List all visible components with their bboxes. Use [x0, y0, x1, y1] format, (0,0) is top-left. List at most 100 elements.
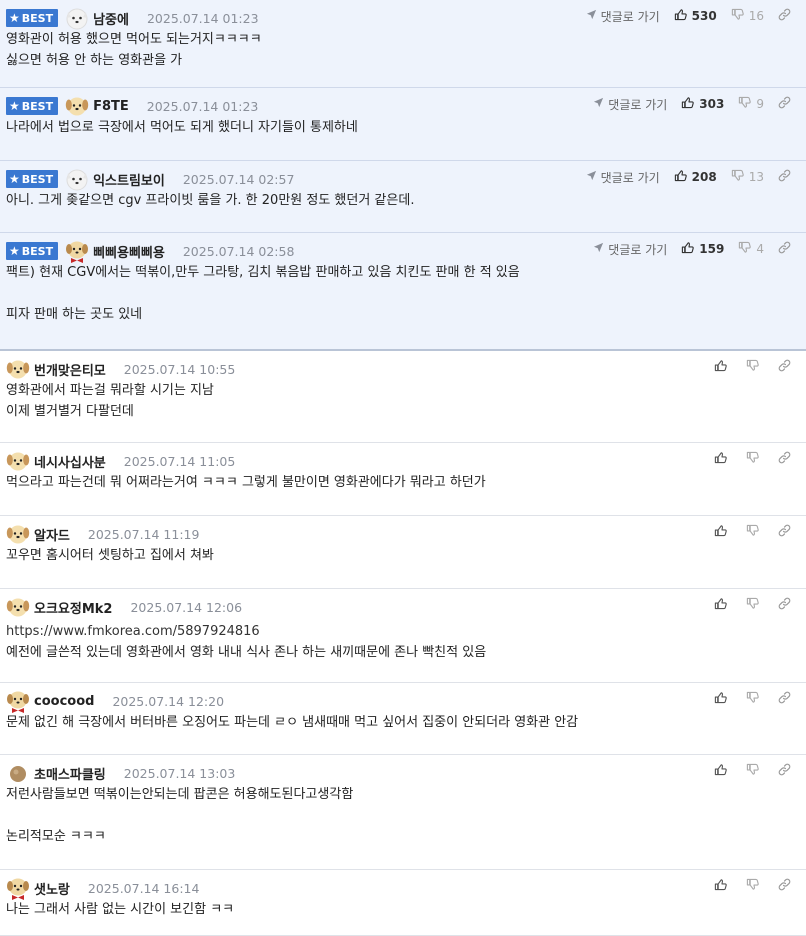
bowtie-dog-avatar-icon[interactable] — [6, 689, 30, 713]
link-icon — [778, 169, 796, 185]
thumbs-up-icon — [714, 451, 732, 467]
best-badge: ★ BEST — [6, 97, 59, 115]
best-comment: ★ BEST 남중에 2025.07.14 01:23 댓글로 가기 530 16 영화관이 … — [0, 0, 806, 88]
downvote-button[interactable] — [746, 878, 764, 894]
downvote-button[interactable] — [746, 451, 764, 467]
comment-text-line: 팩트) 현재 CGV에서는 떡볶이,만두 그라탕, 김치 볶음밥 판매하고 있음… — [6, 265, 520, 280]
copy-link-button[interactable] — [778, 241, 796, 257]
brown-ball-avatar-icon[interactable] — [6, 761, 30, 785]
copy-link-button[interactable] — [778, 597, 796, 613]
author-name[interactable]: coocood — [34, 694, 94, 709]
downvote-count: 16 — [748, 9, 764, 23]
author-name[interactable]: 알자드 — [34, 525, 70, 544]
author-name[interactable]: 초매스파클링 — [34, 764, 106, 783]
comment-text-line: 싫으면 허용 안 하는 영화관을 가 — [6, 53, 183, 68]
comment-text-line: 영화관에서 파는걸 뭐라할 시기는 지남 — [6, 383, 214, 398]
copy-link-button[interactable] — [778, 169, 796, 185]
comment-body: 영화관에서 파는걸 뭐라할 시기는 지남 이제 별거별거 다팔던데 — [6, 380, 214, 422]
copy-link-button[interactable] — [778, 96, 796, 112]
send-arrow-icon — [586, 170, 601, 184]
upvote-button[interactable] — [714, 524, 732, 540]
comment-body: 나라에서 법으로 극장에서 먹어도 되게 했더니 자기들이 통제하네 — [6, 117, 358, 138]
upvote-button[interactable] — [714, 597, 732, 613]
upvote-button[interactable]: 159 — [681, 241, 724, 257]
thumbs-up-icon — [714, 524, 732, 540]
thumbs-up-icon — [674, 8, 692, 24]
copy-link-button[interactable] — [778, 691, 796, 707]
author-name[interactable]: 샛노랑 — [34, 879, 70, 898]
white-dog-avatar-icon[interactable] — [65, 6, 89, 30]
upvote-count: 208 — [691, 170, 717, 184]
comment-text-line: 먹으라고 파는건데 뭐 어쩌라는거여 ㅋㅋㅋ 그렇게 불만이면 영화관에다가 뭐… — [6, 475, 486, 490]
comment-url-link[interactable]: https://www.fmkorea.com/5897924816 — [6, 621, 486, 642]
downvote-button[interactable] — [746, 597, 764, 613]
copy-link-button[interactable] — [778, 763, 796, 779]
author-name[interactable]: 익스트림보이 — [93, 170, 165, 189]
white-dog-avatar-icon[interactable] — [65, 167, 89, 191]
copy-link-button[interactable] — [778, 878, 796, 894]
yellow-dog-avatar-icon[interactable] — [6, 449, 30, 473]
send-arrow-icon — [593, 97, 608, 111]
comment-date: 2025.07.14 11:05 — [123, 453, 236, 469]
comment-text-line: 문제 없긴 해 극장에서 버터바른 오징어도 파는데 ㄹㅇ 냄새때매 먹고 싶어… — [6, 715, 579, 730]
author-name[interactable]: F8TE — [93, 99, 129, 114]
downvote-button[interactable]: 9 — [738, 96, 764, 112]
best-comment: ★ BEST 삐삐용삐삐용 2025.07.14 02:58 댓글로 가기 159 4 팩트)… — [0, 233, 806, 351]
downvote-button[interactable]: 16 — [731, 8, 764, 24]
comment-header: ★ BEST 삐삐용삐삐용 2025.07.14 02:58 — [6, 239, 294, 263]
yellow-dog-avatar-icon[interactable] — [6, 522, 30, 546]
upvote-button[interactable] — [714, 691, 732, 707]
go-to-reply-link[interactable]: 댓글로 가기 — [593, 241, 667, 258]
upvote-button[interactable] — [714, 878, 732, 894]
thumbs-down-icon — [746, 451, 764, 467]
comment-body: 아니. 그게 좆같으면 cgv 프라이빗 룸을 가. 한 20만원 정도 했던거… — [6, 190, 414, 211]
comment-header: 번개맞은티모 2025.07.14 10:55 — [6, 358, 235, 380]
upvote-button[interactable] — [714, 359, 732, 375]
comment: 번개맞은티모 2025.07.14 10:55 영화관에서 파는걸 뭐라할 시기는 … — [0, 351, 806, 443]
copy-link-button[interactable] — [778, 359, 796, 375]
downvote-button[interactable] — [746, 763, 764, 779]
go-to-reply-link[interactable]: 댓글로 가기 — [586, 8, 660, 25]
copy-link-button[interactable] — [778, 8, 796, 24]
thumbs-down-icon — [746, 597, 764, 613]
comment: 네시사십사분 2025.07.14 11:05 먹으라고 파는건데 뭐 어쩌라는거여… — [0, 443, 806, 516]
author-name[interactable]: 네시사십사분 — [34, 452, 106, 471]
downvote-button[interactable] — [746, 691, 764, 707]
comment-body: 저런사람들보면 떡볶이는안되는데 팝콘은 허용해도된다고생각함 논리적모순 ㅋㅋㅋ — [6, 784, 353, 847]
downvote-button[interactable] — [746, 524, 764, 540]
comment: coocood 2025.07.14 12:20 문제 없긴 해 극장에서 버터바른… — [0, 683, 806, 755]
author-name[interactable]: 번개맞은티모 — [34, 360, 106, 379]
copy-link-button[interactable] — [778, 451, 796, 467]
upvote-button[interactable] — [714, 763, 732, 779]
comment-date: 2025.07.14 11:19 — [87, 526, 200, 542]
comment-actions: 댓글로 가기 159 4 — [593, 238, 796, 260]
comment-date: 2025.07.14 02:57 — [182, 171, 295, 187]
bowtie-dog-avatar-icon[interactable] — [65, 239, 89, 263]
thumbs-down-icon — [731, 8, 749, 24]
copy-link-button[interactable] — [778, 524, 796, 540]
thumbs-up-icon — [681, 241, 699, 257]
yellow-dog-avatar-icon[interactable] — [65, 94, 89, 118]
downvote-button[interactable] — [746, 359, 764, 375]
author-name[interactable]: 오크요정Mk2 — [34, 598, 112, 617]
go-to-reply-link[interactable]: 댓글로 가기 — [593, 96, 667, 113]
comment-actions — [714, 594, 796, 616]
comment-text-line: 피자 판매 하는 곳도 있네 — [6, 307, 143, 322]
upvote-button[interactable]: 208 — [674, 169, 717, 185]
yellow-dog-avatar-icon[interactable] — [6, 357, 30, 381]
yellow-dog-avatar-icon[interactable] — [6, 595, 30, 619]
downvote-button[interactable]: 13 — [731, 169, 764, 185]
go-to-reply-link[interactable]: 댓글로 가기 — [586, 169, 660, 186]
comment-actions — [714, 688, 796, 710]
upvote-button[interactable] — [714, 451, 732, 467]
author-name[interactable]: 남중에 — [93, 9, 129, 28]
bowtie-dog-avatar-icon[interactable] — [6, 876, 30, 900]
star-icon: ★ — [9, 172, 20, 186]
author-name[interactable]: 삐삐용삐삐용 — [93, 242, 165, 261]
best-comment: ★ BEST F8TE 2025.07.14 01:23 댓글로 가기 303 9 나라에서 … — [0, 88, 806, 161]
upvote-button[interactable]: 303 — [681, 96, 724, 112]
upvote-count: 159 — [699, 242, 725, 256]
star-icon: ★ — [9, 11, 20, 25]
downvote-button[interactable]: 4 — [738, 241, 764, 257]
upvote-button[interactable]: 530 — [674, 8, 717, 24]
